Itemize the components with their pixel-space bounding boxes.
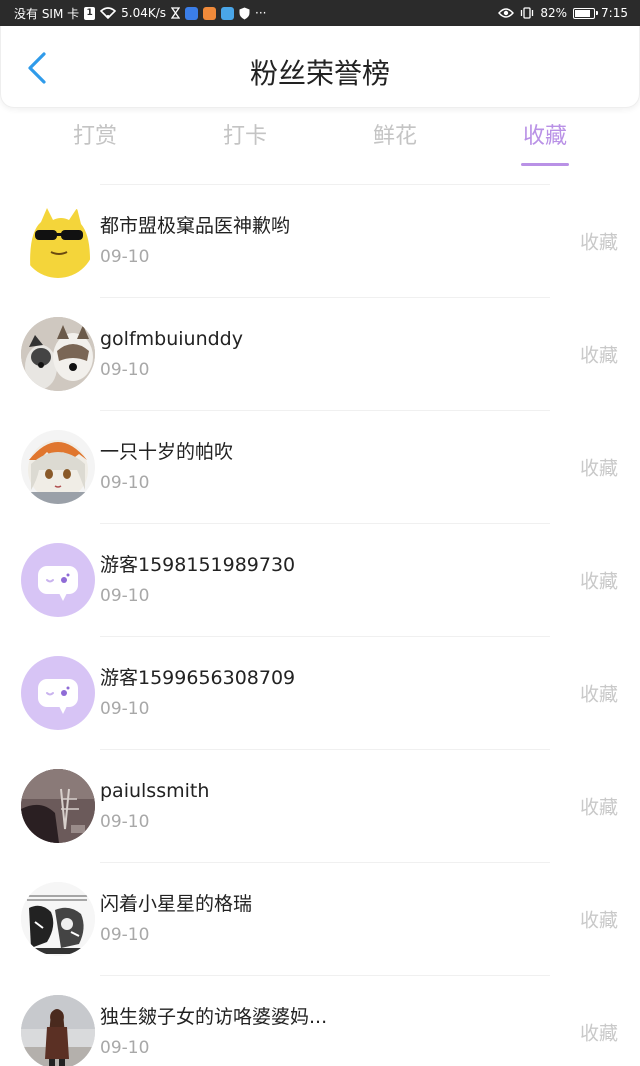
tab-label: 打卡 (222, 124, 267, 149)
carrier-text: 没有 SIM 卡 (14, 6, 80, 21)
user-name: 游客1599656308709 (100, 666, 296, 689)
app-header: 粉丝荣誉榜 (0, 26, 640, 108)
tab-checkin[interactable]: 打卡 (170, 116, 320, 168)
tab-reward[interactable]: 打赏 (20, 116, 170, 168)
shield-icon (239, 7, 250, 20)
tab-flowers[interactable]: 鲜花 (320, 116, 470, 168)
sim-badge: 1 (84, 6, 96, 20)
play-app-icon (203, 6, 217, 20)
list-item[interactable]: 游客1598151989730 09-10 收藏 (0, 523, 640, 636)
action-label: 收藏 (579, 683, 618, 705)
item-date: 09-10 (100, 811, 150, 832)
item-date: 09-10 (100, 1037, 150, 1058)
tab-label: 打赏 (72, 124, 117, 149)
avatar[interactable] (21, 994, 95, 1066)
user-name: 游客1598151989730 (100, 553, 296, 576)
list-item[interactable]: 都市盟极窠品医神歉哟 09-10 收藏 (0, 184, 640, 297)
avatar[interactable] (21, 429, 95, 504)
clock: 7:15 (601, 6, 628, 20)
avatar[interactable] (21, 881, 95, 956)
location-app-icon (185, 6, 199, 20)
list-item[interactable]: paiulssmith 09-10 收藏 (0, 749, 640, 862)
item-info: 一只十岁的帕吹 09-10 (100, 430, 233, 504)
eye-icon (498, 8, 515, 18)
action-label: 收藏 (579, 231, 618, 253)
avatar[interactable] (21, 203, 95, 278)
item-date: 09-10 (100, 246, 150, 267)
tab-bar: 打赏 打卡 鲜花 收藏 (0, 116, 640, 168)
user-name: paiulssmith (100, 779, 210, 802)
item-info: 都市盟极窠品医神歉哟 09-10 (100, 204, 290, 278)
list-item[interactable]: 独生皴子女的访咯婆婆妈... 09-10 收藏 (0, 975, 640, 1066)
hourglass-icon (171, 7, 181, 19)
avatar[interactable] (21, 316, 95, 391)
item-info: 游客1598151989730 09-10 (100, 543, 295, 617)
item-date: 09-10 (100, 698, 150, 719)
battery-percent: 82% (540, 6, 568, 20)
action-label: 收藏 (579, 909, 618, 931)
avatar[interactable] (21, 542, 95, 617)
user-name: 独生皴子女的访咯婆婆妈... (100, 1005, 328, 1028)
more-notifications: ··· (255, 6, 267, 20)
item-info: paiulssmith 09-10 (100, 769, 209, 843)
list-item[interactable]: golfmbuiunddy 09-10 收藏 (0, 297, 640, 410)
tab-label: 收藏 (522, 124, 567, 149)
network-speed: 5.04K/s (121, 6, 167, 20)
item-date: 09-10 (100, 359, 150, 380)
list-item[interactable]: 一只十岁的帕吹 09-10 收藏 (0, 410, 640, 523)
wifi-icon (100, 7, 117, 19)
cloud-app-icon (221, 6, 235, 20)
item-date: 09-10 (100, 472, 150, 493)
item-date: 09-10 (100, 924, 150, 945)
user-name: 都市盟极窠品医神歉哟 (100, 214, 291, 237)
item-info: 独生皴子女的访咯婆婆妈... 09-10 (100, 995, 327, 1066)
status-bar: 没有 SIM 卡 1 5.04K/s ··· 82% 7:15 (0, 0, 640, 26)
action-label: 收藏 (579, 344, 618, 366)
avatar[interactable] (21, 655, 95, 730)
avatar[interactable] (21, 768, 95, 843)
item-info: 闪着小星星的格瑞 09-10 (100, 882, 252, 956)
action-label: 收藏 (579, 796, 618, 818)
action-label: 收藏 (579, 1022, 618, 1044)
user-name: 闪着小星星的格瑞 (100, 892, 253, 915)
list-item[interactable]: 闪着小星星的格瑞 09-10 收藏 (0, 862, 640, 975)
tab-favorites[interactable]: 收藏 (470, 116, 620, 168)
user-name: 一只十岁的帕吹 (100, 440, 234, 463)
list-item[interactable]: 游客1599656308709 09-10 收藏 (0, 636, 640, 749)
item-date: 09-10 (100, 585, 150, 606)
action-label: 收藏 (579, 570, 618, 592)
tab-label: 鲜花 (372, 124, 417, 149)
item-info: golfmbuiunddy 09-10 (100, 317, 243, 391)
user-name: golfmbuiunddy (100, 327, 243, 350)
vibrate-icon (520, 7, 534, 19)
action-label: 收藏 (579, 457, 618, 479)
tab-active-indicator (521, 163, 569, 166)
item-info: 游客1599656308709 09-10 (100, 656, 295, 730)
battery-icon (573, 7, 599, 19)
page-title: 粉丝荣誉榜 (249, 57, 390, 90)
fan-list: 都市盟极窠品医神歉哟 09-10 收藏 golfmbuiunddy 09-10 收藏 一… (0, 184, 640, 1066)
